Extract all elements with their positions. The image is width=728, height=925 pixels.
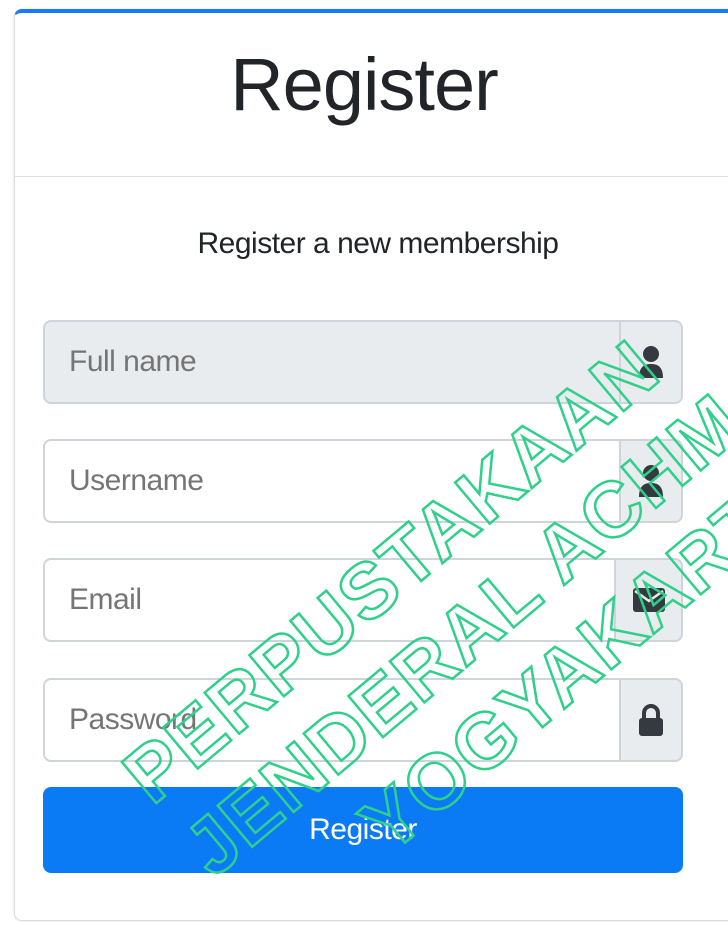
register-button[interactable]: Register [43,787,683,873]
user-icon [638,464,664,498]
form-subtitle: Register a new membership [197,227,560,260]
register-page: Register Register a new membership Full … [0,0,728,925]
email-input[interactable] [43,558,616,642]
email-addon [616,558,683,642]
username-group [43,439,683,523]
username-addon [621,439,683,523]
username-input[interactable] [43,439,621,523]
password-input[interactable] [43,678,621,762]
full-name-group [43,320,683,404]
page-title: Register [230,43,499,126]
password-group [43,678,683,762]
user-icon [638,345,664,379]
password-addon [621,678,683,762]
envelope-icon [632,588,665,612]
email-group [43,558,683,642]
full-name-addon [621,320,683,404]
lock-icon [638,703,664,737]
full-name-input[interactable] [43,320,621,404]
